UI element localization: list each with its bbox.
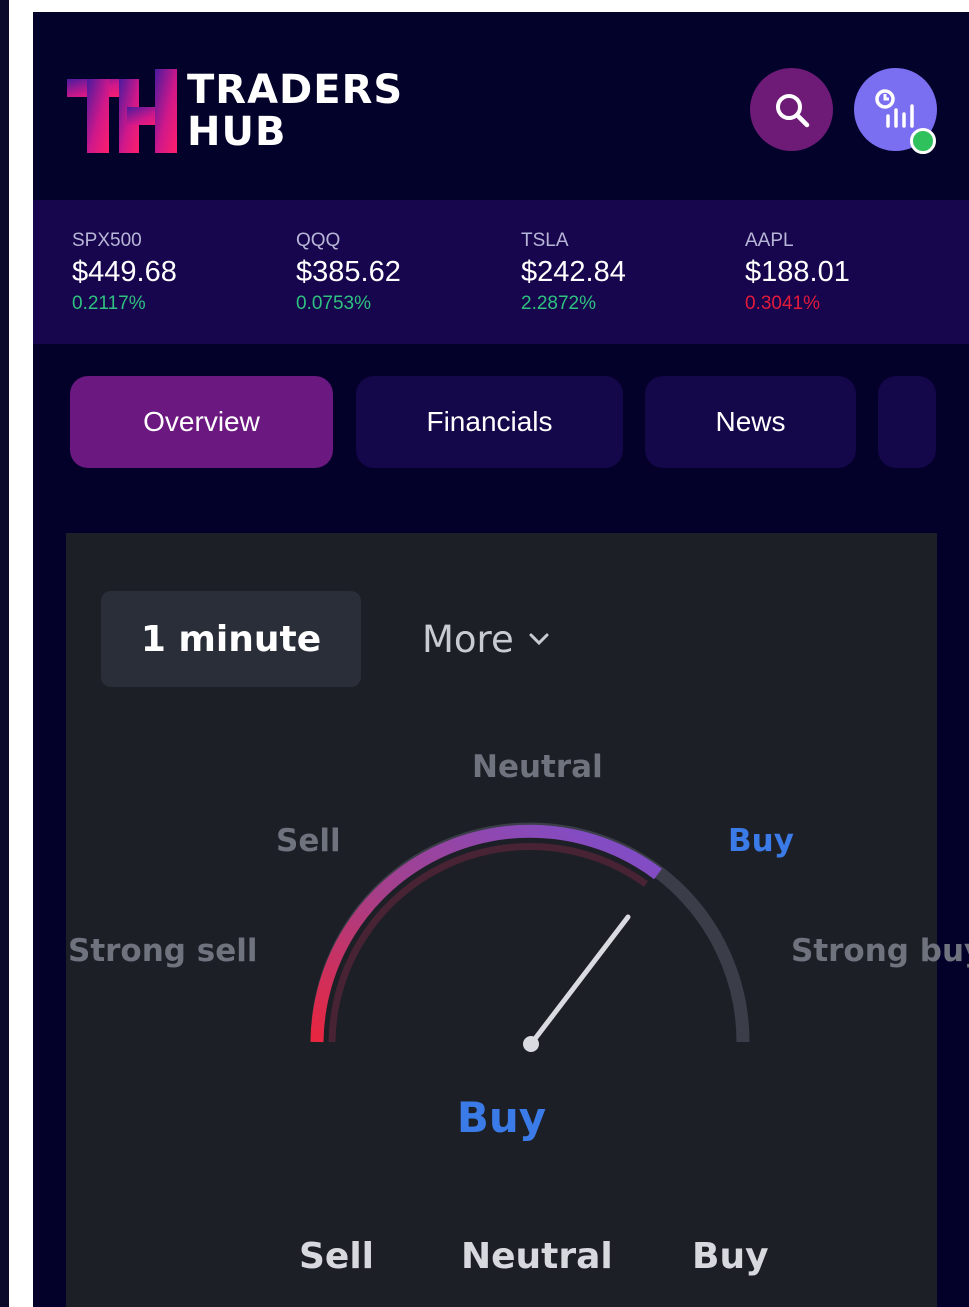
ticker-symbol: AAPL <box>745 230 794 251</box>
tab-news[interactable]: News <box>645 376 856 468</box>
section-tabs: Overview Financials News <box>33 376 969 468</box>
gauge-track <box>310 822 750 1043</box>
gauge-needle <box>528 914 631 1047</box>
summary-label-buy: Buy <box>692 1236 769 1277</box>
tab-overview[interactable]: Overview <box>70 376 333 468</box>
ticker-price: $385.62 <box>296 256 401 288</box>
gauge-label-neutral: Neutral <box>472 749 603 785</box>
logo-mark-icon <box>67 69 177 153</box>
app-header: TRADERS HUB <box>33 12 969 200</box>
tab-financials[interactable]: Financials <box>356 376 623 468</box>
app-screen: TRADERS HUB SPX500 $449.68 0.2117% QQQ $… <box>33 12 969 1307</box>
logo-line-1: TRADERS <box>187 67 404 113</box>
ticker-item-qqq[interactable]: QQQ $385.62 0.0753% <box>296 230 506 315</box>
gauge-result: Buy <box>456 1093 547 1142</box>
ticker-item-spx500[interactable]: SPX500 $449.68 0.2117% <box>72 230 282 315</box>
search-button[interactable] <box>750 68 833 151</box>
gauge-inner-band <box>328 843 649 1043</box>
logo-line-2: HUB <box>187 109 287 155</box>
logo-text: TRADERS HUB <box>187 69 403 153</box>
tab-more-partial[interactable] <box>878 376 936 468</box>
ticker-symbol: SPX500 <box>72 230 142 251</box>
ticker-change: 0.3041% <box>745 293 821 314</box>
ticker-price: $188.01 <box>745 256 850 288</box>
traders-hub-logo[interactable]: TRADERS HUB <box>67 67 402 162</box>
gauge-dial <box>310 822 750 1052</box>
gauge-label-strong-sell: Strong sell <box>68 933 258 969</box>
gauge-label-sell: Sell <box>276 823 341 859</box>
ticker-change: 0.0753% <box>296 293 372 314</box>
online-status-dot <box>910 128 936 154</box>
ticker-symbol: TSLA <box>521 230 569 251</box>
summary-label-neutral: Neutral <box>461 1236 613 1277</box>
ticker-symbol: QQQ <box>296 230 341 251</box>
search-icon <box>775 93 809 127</box>
ticker-item-tsla[interactable]: TSLA $242.84 2.2872% <box>521 230 731 315</box>
left-edge-strip <box>0 0 9 1307</box>
chart-profile-icon <box>874 88 914 128</box>
ticker-price: $449.68 <box>72 256 177 288</box>
gauge-label-strong-buy: Strong buy <box>791 933 969 969</box>
technical-gauge-widget: 1 minute More Neutral Sell Buy Strong se… <box>66 533 969 1307</box>
ticker-change: 0.2117% <box>72 293 146 314</box>
ticker-item-aapl[interactable]: AAPL $188.01 0.3041% <box>745 230 955 315</box>
summary-label-sell: Sell <box>299 1236 375 1277</box>
ticker-bar: SPX500 $449.68 0.2117% QQQ $385.62 0.075… <box>33 200 969 344</box>
ticker-price: $242.84 <box>521 256 626 288</box>
ticker-change: 2.2872% <box>521 293 597 314</box>
gauge-label-buy: Buy <box>728 823 794 859</box>
gauge-needle-pivot <box>523 1036 539 1052</box>
